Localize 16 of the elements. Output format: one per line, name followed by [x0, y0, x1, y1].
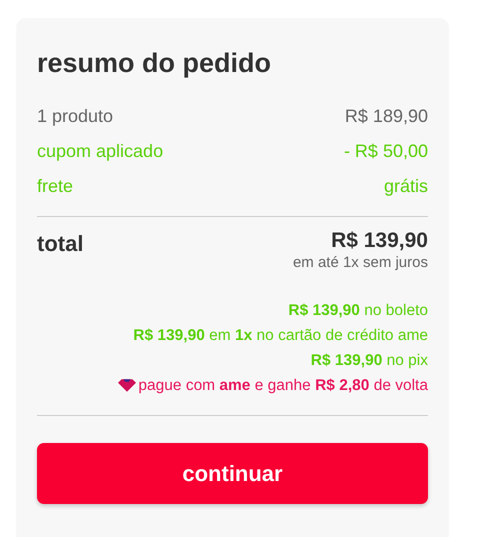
- total-amount: R$ 139,90: [331, 229, 428, 253]
- line-label: cupom aplicado: [37, 140, 164, 163]
- payment-option-text: R$ 139,90 no boleto: [288, 301, 428, 320]
- summary-title: resumo do pedido: [37, 48, 272, 79]
- line-amount: grátis: [384, 175, 428, 198]
- installment-note: em até 1x sem juros: [292, 254, 428, 271]
- payment-option-text: R$ 139,90 no pix: [310, 351, 428, 370]
- payment-option-text: R$ 139,90 em 1x no cartão de crédito ame: [133, 326, 428, 345]
- gem-icon: [118, 379, 136, 392]
- continue-button[interactable]: continuar: [37, 443, 428, 504]
- total-label: total: [37, 231, 84, 258]
- line-amount: - R$ 50,00: [344, 140, 428, 163]
- payment-option-text: pague com ame e ganhe R$ 2,80 de volta: [138, 376, 428, 395]
- line-label: frete: [37, 175, 74, 198]
- line-amount: R$ 189,90: [344, 105, 428, 128]
- line-label: 1 produto: [37, 105, 114, 128]
